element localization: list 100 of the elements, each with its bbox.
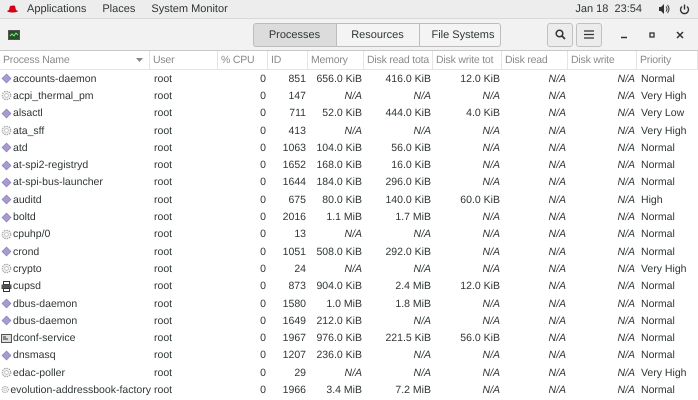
process-name[interactable]: evolution-addressbook-factory <box>10 384 151 396</box>
table-cell-text: N/A <box>616 159 636 172</box>
table-cell-text: 16.0 KiB <box>390 159 432 172</box>
table-cell-text: 104.0 KiB <box>315 142 363 154</box>
table-cell-text: root <box>153 90 174 102</box>
table-cell-text: root <box>153 280 174 292</box>
gear-icon <box>1 263 12 274</box>
process-name[interactable]: dbus-daemon <box>13 298 78 310</box>
table-cell-text: 1580 <box>282 298 307 310</box>
table-cell-text: Very High <box>640 262 688 275</box>
process-name[interactable]: cupsd <box>13 280 42 292</box>
table-cell-text: 1966 <box>282 384 307 396</box>
close-icon <box>676 30 684 38</box>
table-cell-text: N/A <box>547 384 567 396</box>
table-cell-text: 0 <box>259 314 267 327</box>
process-name[interactable]: edac-poller <box>13 366 65 379</box>
process-name[interactable]: ata_sff <box>13 124 44 137</box>
process-name[interactable]: dbus-daemon <box>13 314 78 327</box>
table-cell-text: 0 <box>259 142 267 154</box>
top-menu[interactable]: Places <box>94 3 144 15</box>
process-name[interactable]: accounts-daemon <box>13 72 96 85</box>
table-cell-text: 0 <box>259 280 267 292</box>
process-name[interactable]: acpi_thermal_pm <box>13 90 94 102</box>
table-cell-text: Normal <box>640 142 676 154</box>
process-name[interactable]: dconf-service <box>13 332 76 344</box>
top-menu[interactable]: System Monitor <box>143 3 236 15</box>
table-cell-text: Very High <box>640 90 688 102</box>
power-icon[interactable] <box>679 4 690 14</box>
table-cell-text: 52.0 KiB <box>321 107 363 120</box>
table-cell-text: 1063 <box>282 142 307 154</box>
table-cell-text: root <box>153 366 174 379</box>
diamond-icon <box>1 160 12 171</box>
process-name[interactable]: auditd <box>13 194 42 206</box>
table-cell-text: root <box>153 72 174 85</box>
volume-icon[interactable] <box>658 4 670 14</box>
table-cell-text: N/A <box>547 107 567 120</box>
table-cell-text: N/A <box>547 298 567 310</box>
table-cell-text: N/A <box>343 124 363 137</box>
table-cell-text: 4.0 KiB <box>465 107 501 120</box>
table-cell-text: 0 <box>259 349 267 362</box>
column-header[interactable]: % CPU <box>218 51 268 69</box>
top-menu[interactable]: Applications <box>19 3 94 15</box>
table-cell-text: 675 <box>287 194 307 206</box>
table-cell-text: 56.0 KiB <box>459 332 501 344</box>
table-cell-text: N/A <box>412 228 432 240</box>
table-cell-text: N/A <box>343 228 363 240</box>
table-cell-text: N/A <box>412 314 432 327</box>
table-cell-text: 1207 <box>282 349 307 362</box>
table-cell-text: High <box>640 194 664 206</box>
table-cell-text: N/A <box>547 72 567 85</box>
table-cell-text: Normal <box>640 384 676 396</box>
table-cell-text: 0 <box>259 211 267 224</box>
table-cell-text: 851 <box>287 72 307 85</box>
search-button[interactable] <box>547 22 573 46</box>
table-cell-text: N/A <box>481 246 501 258</box>
table-cell-text: 1.0 MiB <box>325 298 363 310</box>
table-cell-text: 0 <box>259 228 267 240</box>
table-cell-text: 444.0 KiB <box>384 107 432 120</box>
clock[interactable]: Jan 18 23:54 <box>567 3 650 15</box>
process-name[interactable]: alsactl <box>13 107 43 120</box>
process-name[interactable]: atd <box>13 142 28 154</box>
table-cell-text: root <box>153 142 174 154</box>
table-cell-text: 236.0 KiB <box>315 349 363 362</box>
process-name[interactable]: dnsmasq <box>13 349 56 362</box>
process-name[interactable]: at-spi2-registryd <box>13 159 88 172</box>
table-cell-text: N/A <box>481 366 501 379</box>
table-cell-text: 2.4 MiB <box>394 280 432 292</box>
table-cell-text: N/A <box>547 90 567 102</box>
table-cell-text: root <box>153 228 174 240</box>
process-name[interactable]: cpuhp/0 <box>13 228 50 240</box>
gear-icon <box>1 367 12 378</box>
table-cell-text: 0 <box>259 262 267 275</box>
table-cell-text: 0 <box>259 124 267 137</box>
process-name[interactable]: crypto <box>13 262 42 275</box>
table-cell-text: root <box>153 211 174 224</box>
table-cell-text: 184.0 KiB <box>315 176 363 188</box>
process-name[interactable]: crond <box>13 246 40 258</box>
table-cell-text: root <box>153 194 174 206</box>
diamond-icon <box>1 73 12 84</box>
table-cell-text: 0 <box>259 384 267 396</box>
table-cell-text: 0 <box>259 366 267 379</box>
diamond-icon <box>1 315 12 326</box>
process-name[interactable]: at-spi-bus-launcher <box>13 176 103 188</box>
table-cell-text: 0 <box>259 246 267 258</box>
table-cell-text: 12.0 KiB <box>459 280 501 292</box>
table-cell-text: 80.0 KiB <box>321 194 363 206</box>
table-cell-text: N/A <box>412 349 432 362</box>
table-cell-text: N/A <box>616 142 636 154</box>
tab[interactable]: Processes <box>252 22 336 46</box>
tab[interactable]: File Systems <box>418 22 500 46</box>
table-cell-text: N/A <box>616 314 636 327</box>
menu-button[interactable] <box>576 22 602 46</box>
table-cell-text: 1051 <box>282 246 307 258</box>
tab[interactable]: Resources <box>336 22 420 46</box>
process-name[interactable]: boltd <box>13 211 36 224</box>
table-cell-text: N/A <box>616 211 636 224</box>
table-cell-text: N/A <box>547 194 567 206</box>
table-cell-text: 147 <box>287 90 307 102</box>
table-cell-text: N/A <box>547 314 567 327</box>
monitor-icon <box>8 30 20 40</box>
